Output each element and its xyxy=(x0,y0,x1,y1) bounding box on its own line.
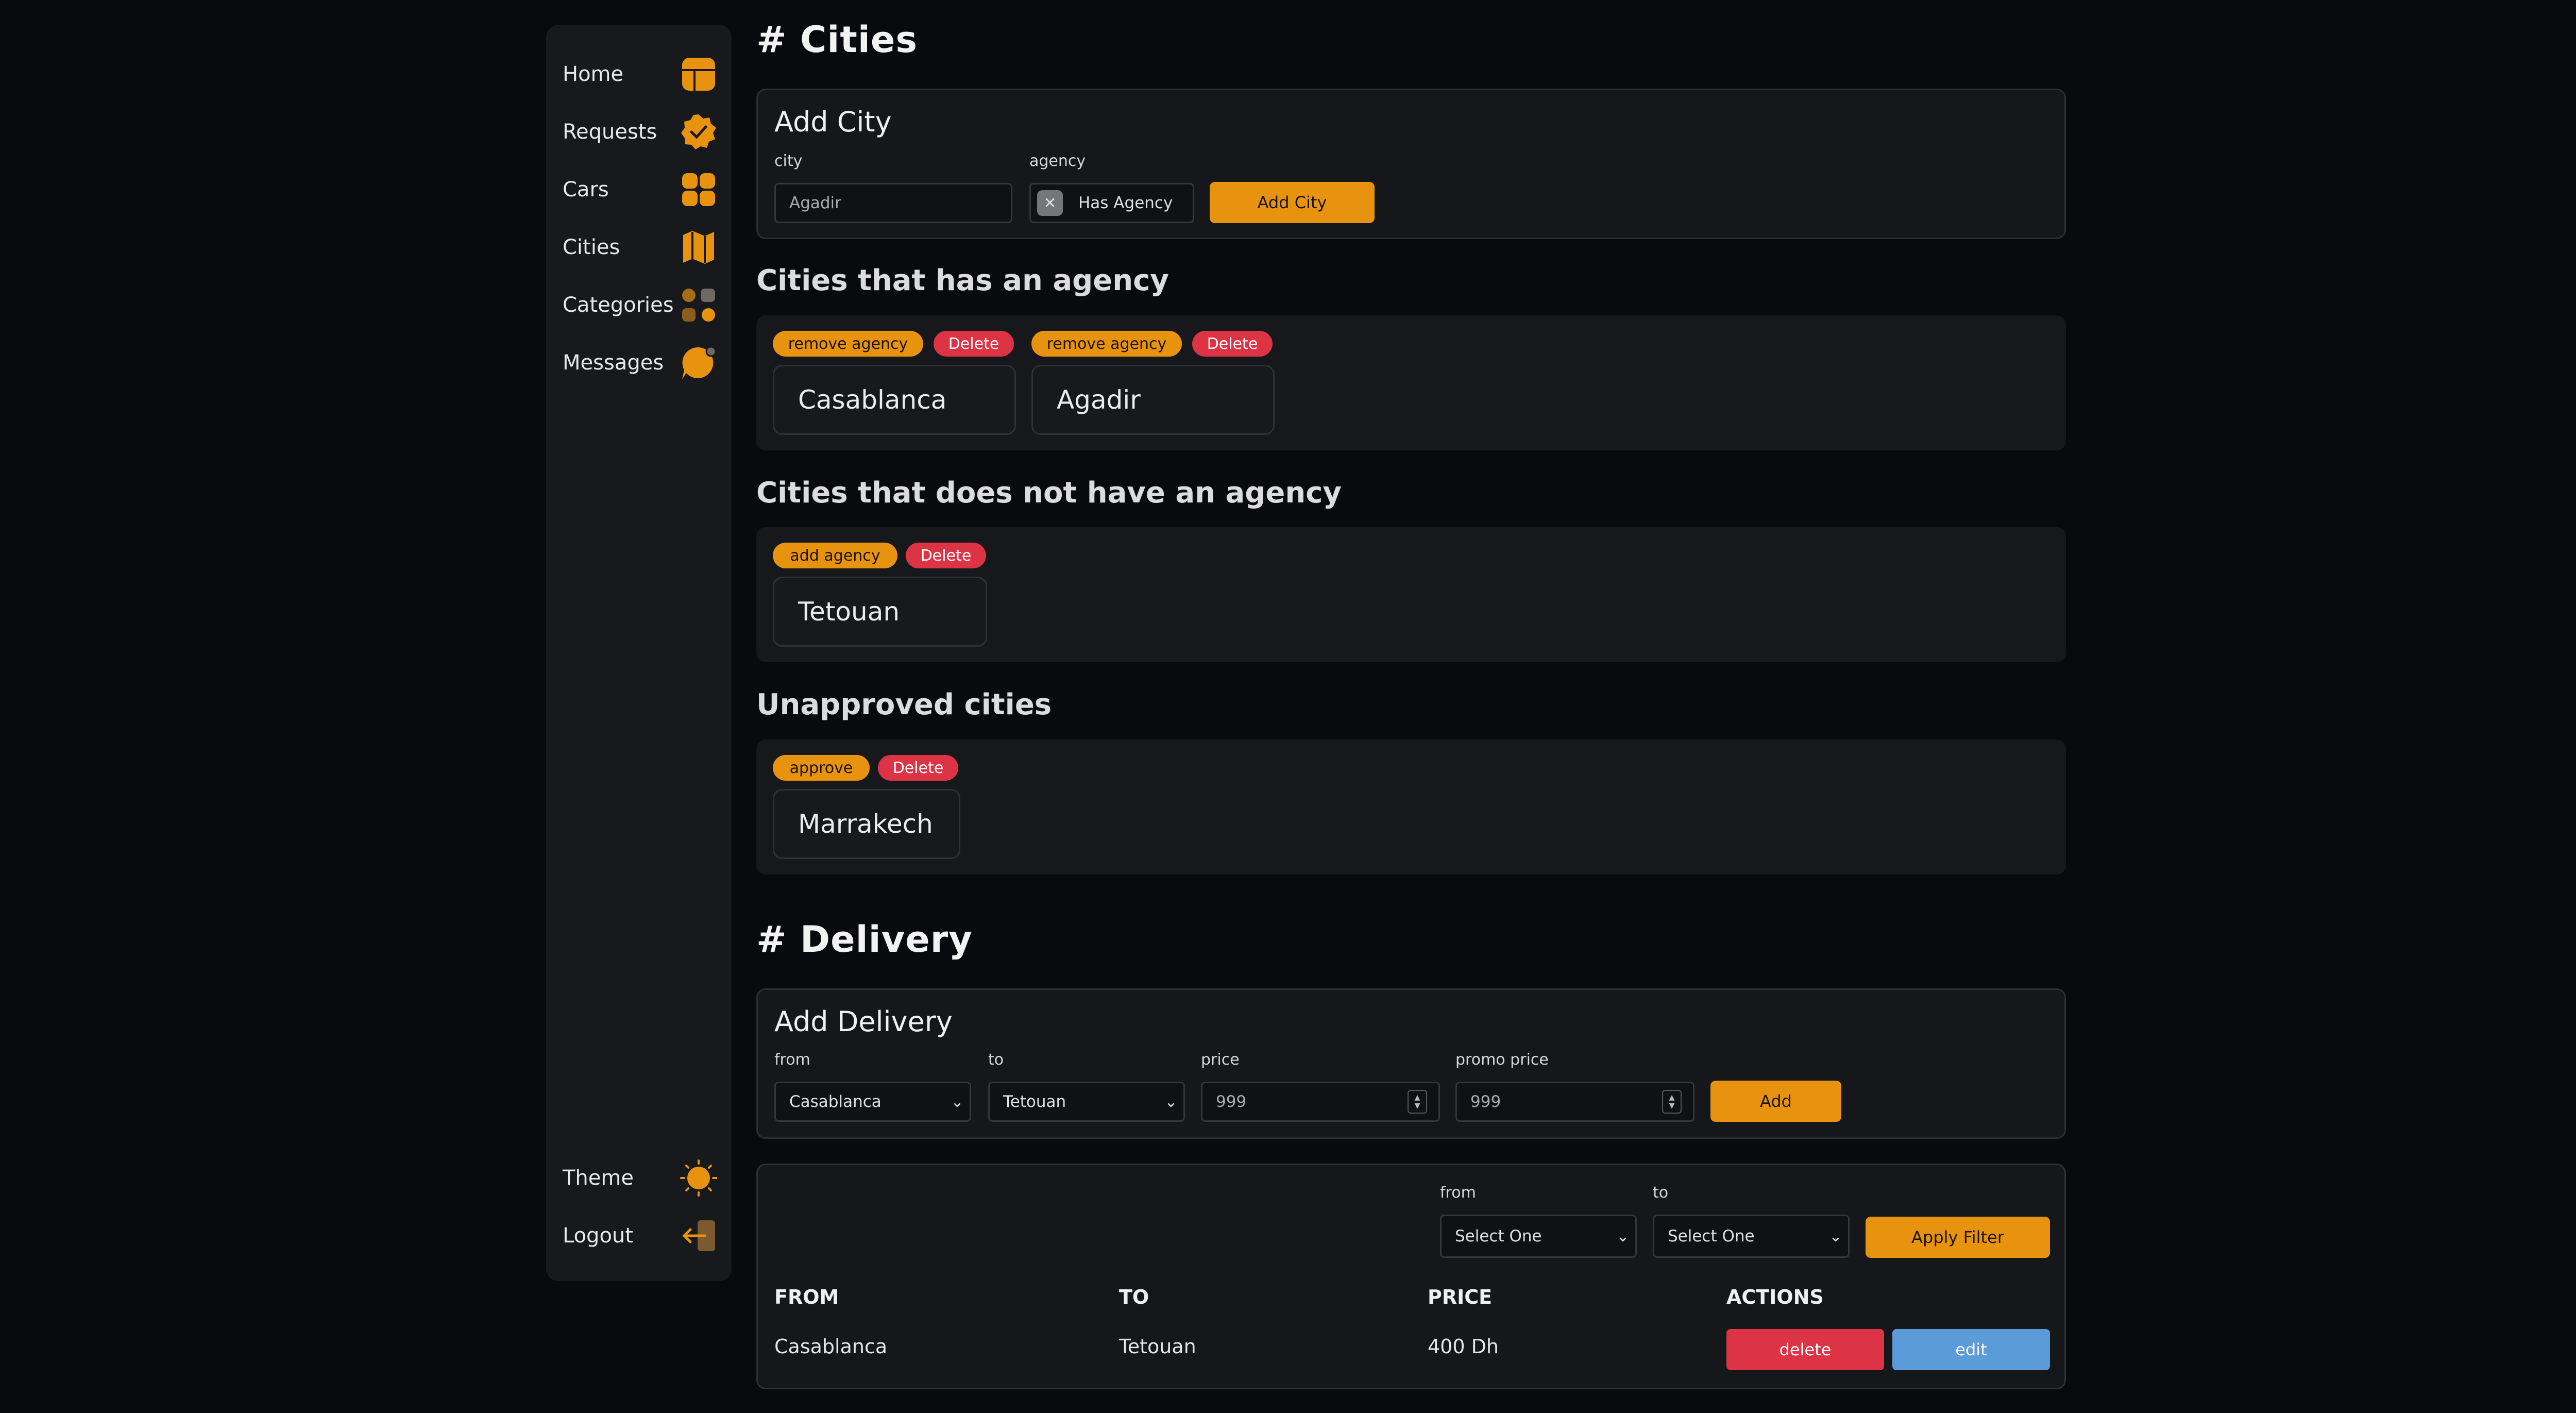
sidebar-item-logout[interactable]: Logout xyxy=(563,1215,717,1256)
sidebar-item-label: Requests xyxy=(563,120,657,144)
sidebar-item-categories[interactable]: Categories xyxy=(563,284,717,326)
sidebar-item-label: Categories xyxy=(563,293,674,317)
add-delivery-panel: Add Delivery from Casablanca ⌄ to Tetoua… xyxy=(756,988,2066,1139)
sidebar-item-label: Home xyxy=(563,62,624,86)
verified-badge-icon xyxy=(680,113,717,150)
from-select[interactable]: Casablanca ⌄ xyxy=(774,1082,971,1122)
from-label: from xyxy=(774,1051,810,1069)
sidebar-item-theme[interactable]: Theme xyxy=(563,1157,717,1199)
approve-button[interactable]: approve xyxy=(773,755,870,781)
cell-price: 400 Dh xyxy=(1428,1335,1499,1358)
add-city-button[interactable]: Add City xyxy=(1210,182,1375,223)
column-header-from: FROM xyxy=(774,1286,839,1308)
add-delivery-title: Add Delivery xyxy=(774,1005,953,1038)
chevron-down-icon: ⌄ xyxy=(951,1092,964,1111)
sun-icon xyxy=(680,1159,717,1197)
cities-without-agency-panel: add agency Delete Tetouan xyxy=(756,527,2066,662)
number-spinner-icon[interactable]: ▲ ▼ xyxy=(1408,1090,1427,1114)
agency-chip-label: Has Agency xyxy=(1078,194,1173,212)
filter-from-select[interactable]: Select One ⌄ xyxy=(1440,1215,1637,1258)
to-select-value: Tetouan xyxy=(1003,1092,1066,1111)
filter-from-value: Select One xyxy=(1455,1227,1542,1246)
agency-toggle[interactable]: ✕ Has Agency xyxy=(1029,183,1194,223)
cities-heading: # Cities xyxy=(756,19,918,61)
delete-button[interactable]: Delete xyxy=(934,331,1014,357)
delete-button[interactable]: Delete xyxy=(878,755,958,781)
sidebar-item-label: Theme xyxy=(563,1166,634,1190)
sidebar-item-messages[interactable]: Messages xyxy=(563,342,717,383)
city-card: Marrakech xyxy=(773,789,960,859)
add-city-title: Add City xyxy=(774,106,892,138)
categories-icon xyxy=(680,287,717,324)
filter-to-select[interactable]: Select One ⌄ xyxy=(1653,1215,1850,1258)
chat-bubble-icon xyxy=(680,344,717,381)
cities-with-agency-heading: Cities that has an agency xyxy=(756,264,1169,297)
apply-filter-button[interactable]: Apply Filter xyxy=(1866,1217,2050,1258)
promo-price-input-value: 999 xyxy=(1470,1092,1501,1111)
delivery-heading: # Delivery xyxy=(756,918,973,961)
sidebar-item-requests[interactable]: Requests xyxy=(563,111,717,153)
cell-to: Tetouan xyxy=(1119,1335,1196,1358)
filter-to-value: Select One xyxy=(1668,1227,1755,1246)
filter-from-label: from xyxy=(1440,1184,1476,1202)
agency-label: agency xyxy=(1029,152,1086,170)
price-label: price xyxy=(1201,1051,1240,1069)
city-card: Casablanca xyxy=(773,365,1016,435)
unapproved-cities-heading: Unapproved cities xyxy=(756,688,1052,721)
logout-icon xyxy=(680,1217,717,1254)
column-header-to: TO xyxy=(1119,1286,1149,1308)
close-icon[interactable]: ✕ xyxy=(1037,190,1063,216)
to-label: to xyxy=(988,1051,1004,1069)
remove-agency-button[interactable]: remove agency xyxy=(1031,331,1182,357)
sidebar-item-cars[interactable]: Cars xyxy=(563,169,717,210)
sidebar-item-home[interactable]: Home xyxy=(563,54,717,95)
price-input-value: 999 xyxy=(1216,1092,1247,1111)
number-spinner-icon[interactable]: ▲ ▼ xyxy=(1662,1090,1682,1114)
sidebar-item-label: Messages xyxy=(563,351,664,375)
unapproved-cities-panel: approve Delete Marrakech xyxy=(756,739,2066,874)
remove-agency-button[interactable]: remove agency xyxy=(773,331,923,357)
filter-to-label: to xyxy=(1653,1184,1669,1202)
add-city-panel: Add City city Agadir agency ✕ Has Agency… xyxy=(756,89,2066,239)
sidebar-item-label: Cars xyxy=(563,178,609,201)
city-input-value: Agadir xyxy=(789,194,841,212)
city-card: Tetouan xyxy=(773,577,987,647)
column-header-actions: ACTIONS xyxy=(1726,1286,1824,1308)
city-label: city xyxy=(774,152,803,170)
delete-button[interactable]: Delete xyxy=(906,543,986,568)
cities-with-agency-panel: remove agency Delete Casablanca remove a… xyxy=(756,315,2066,450)
cell-from: Casablanca xyxy=(774,1335,888,1358)
from-select-value: Casablanca xyxy=(789,1092,882,1111)
column-header-price: PRICE xyxy=(1428,1286,1493,1308)
delivery-list-panel: from Select One ⌄ to Select One ⌄ Apply … xyxy=(756,1164,2066,1389)
add-delivery-button[interactable]: Add xyxy=(1710,1081,1841,1122)
chevron-down-icon: ⌄ xyxy=(1829,1227,1842,1246)
edit-delivery-button[interactable]: edit xyxy=(1892,1329,2050,1370)
promo-price-input[interactable]: 999 ▲ ▼ xyxy=(1455,1082,1694,1122)
sidebar-item-label: Logout xyxy=(563,1224,633,1248)
chevron-down-icon: ⌄ xyxy=(1164,1092,1178,1111)
home-icon xyxy=(680,56,717,93)
cities-without-agency-heading: Cities that does not have an agency xyxy=(756,476,1342,510)
city-input[interactable]: Agadir xyxy=(774,183,1012,223)
promo-price-label: promo price xyxy=(1455,1051,1549,1069)
sidebar-item-label: Cities xyxy=(563,236,620,259)
sidebar-item-cities[interactable]: Cities xyxy=(563,227,717,268)
add-agency-button[interactable]: add agency xyxy=(773,543,897,568)
city-card: Agadir xyxy=(1031,365,1275,435)
grid-icon xyxy=(680,171,717,208)
map-icon xyxy=(680,229,717,266)
delete-delivery-button[interactable]: delete xyxy=(1726,1329,1884,1370)
sidebar: Home Requests Cars Cities Categories Mes… xyxy=(546,25,732,1281)
to-select[interactable]: Tetouan ⌄ xyxy=(988,1082,1185,1122)
price-input[interactable]: 999 ▲ ▼ xyxy=(1201,1082,1440,1122)
delete-button[interactable]: Delete xyxy=(1192,331,1273,357)
chevron-down-icon: ⌄ xyxy=(1616,1227,1630,1246)
